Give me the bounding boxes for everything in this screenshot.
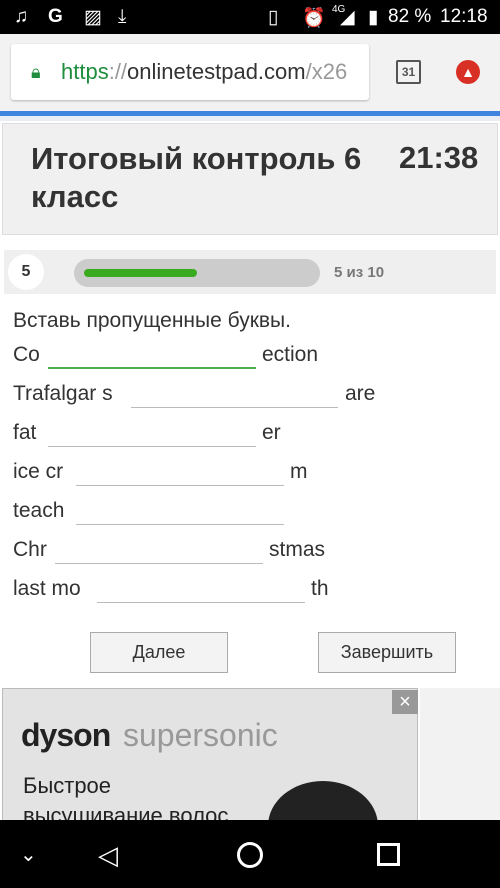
row-after: m xyxy=(290,460,308,483)
ad-banner[interactable]: dyson supersonic Быстрое высушивание вол… xyxy=(2,688,418,828)
vibrate-icon: ▯ xyxy=(268,7,279,28)
progress-bar xyxy=(74,259,320,287)
missing-letters-input[interactable] xyxy=(48,339,256,369)
url-sep: :// xyxy=(108,59,128,84)
row-before: Co xyxy=(13,343,40,366)
row-before: Chr xyxy=(13,538,47,561)
ad-side xyxy=(420,688,500,820)
next-button[interactable]: Далее xyxy=(90,632,228,673)
lock-icon: 🔒︎ xyxy=(31,62,41,82)
test-header: Итоговый контроль 6 класс 21:38 xyxy=(2,123,498,235)
missing-letters-input[interactable] xyxy=(131,378,338,408)
ad-product: supersonic xyxy=(123,717,278,753)
alarm-icon: ⏰ xyxy=(302,8,326,29)
row-before: Trafalgar s xyxy=(13,382,113,405)
row-after: th xyxy=(311,577,329,600)
row-before: last mo xyxy=(13,577,81,600)
question-number: 5 xyxy=(8,254,44,290)
row-before: teach xyxy=(13,499,65,522)
row-after: stmas xyxy=(269,538,326,561)
browser-toolbar: 🔒︎ https://onlinetestpad.com/x26 31 ▲ xyxy=(0,34,500,112)
ad-text-1: Быстрое xyxy=(23,773,112,798)
missing-letters-input[interactable] xyxy=(55,534,263,564)
status-bar: ♫ G ▨ ⤓ ▯ ⏰ 4G ◢ ▮ 82 % 12:18 xyxy=(0,0,500,34)
url-bar[interactable]: 🔒︎ https://onlinetestpad.com/x26 xyxy=(11,44,369,100)
download-icon: ⤓ xyxy=(118,6,127,27)
missing-letters-input[interactable] xyxy=(97,573,305,603)
clock: 12:18 xyxy=(440,6,488,27)
url-scheme: https xyxy=(61,59,109,84)
music-icon: ♫ xyxy=(14,6,29,27)
row-after: are xyxy=(345,382,376,405)
ad-brand: dyson xyxy=(21,717,111,753)
missing-letters-input[interactable] xyxy=(76,495,284,525)
finish-button[interactable]: Завершить xyxy=(318,632,456,673)
row-before: ice cr xyxy=(13,460,64,483)
row-after: ection xyxy=(262,343,319,366)
tab-switcher-button[interactable]: 31 xyxy=(396,60,421,84)
row-before: fat xyxy=(13,421,37,444)
page-title: Итоговый контроль 6 класс xyxy=(31,141,362,214)
row-after: er xyxy=(262,421,281,444)
progress-label: 5 из 10 xyxy=(334,264,385,281)
missing-letters-input[interactable] xyxy=(48,417,256,447)
signal-icon: ◢ xyxy=(340,7,355,28)
back-icon[interactable]: ◁ xyxy=(98,840,118,871)
update-icon[interactable]: ▲ xyxy=(456,60,480,84)
progress-row: 5 5 из 10 xyxy=(4,250,496,294)
image-icon: ▨ xyxy=(84,7,102,28)
google-icon: G xyxy=(48,6,63,27)
timer: 21:38 xyxy=(399,140,479,175)
url-path: /x26 xyxy=(305,59,348,84)
progress-fill xyxy=(84,269,197,277)
chevron-down-icon[interactable]: ⌄ xyxy=(20,842,37,867)
nav-bar: ⌄ ◁ xyxy=(0,820,500,888)
ad-close-button[interactable]: × xyxy=(392,690,418,714)
question-prompt: Вставь пропущенные буквы. xyxy=(13,309,291,332)
recents-icon[interactable] xyxy=(377,843,400,866)
battery-icon: ▮ xyxy=(368,7,379,28)
url-host: onlinetestpad.com xyxy=(127,59,306,84)
home-icon[interactable] xyxy=(237,842,263,868)
battery-level: 82 % xyxy=(388,6,432,27)
page-top-border xyxy=(0,116,500,121)
missing-letters-input[interactable] xyxy=(76,456,284,486)
